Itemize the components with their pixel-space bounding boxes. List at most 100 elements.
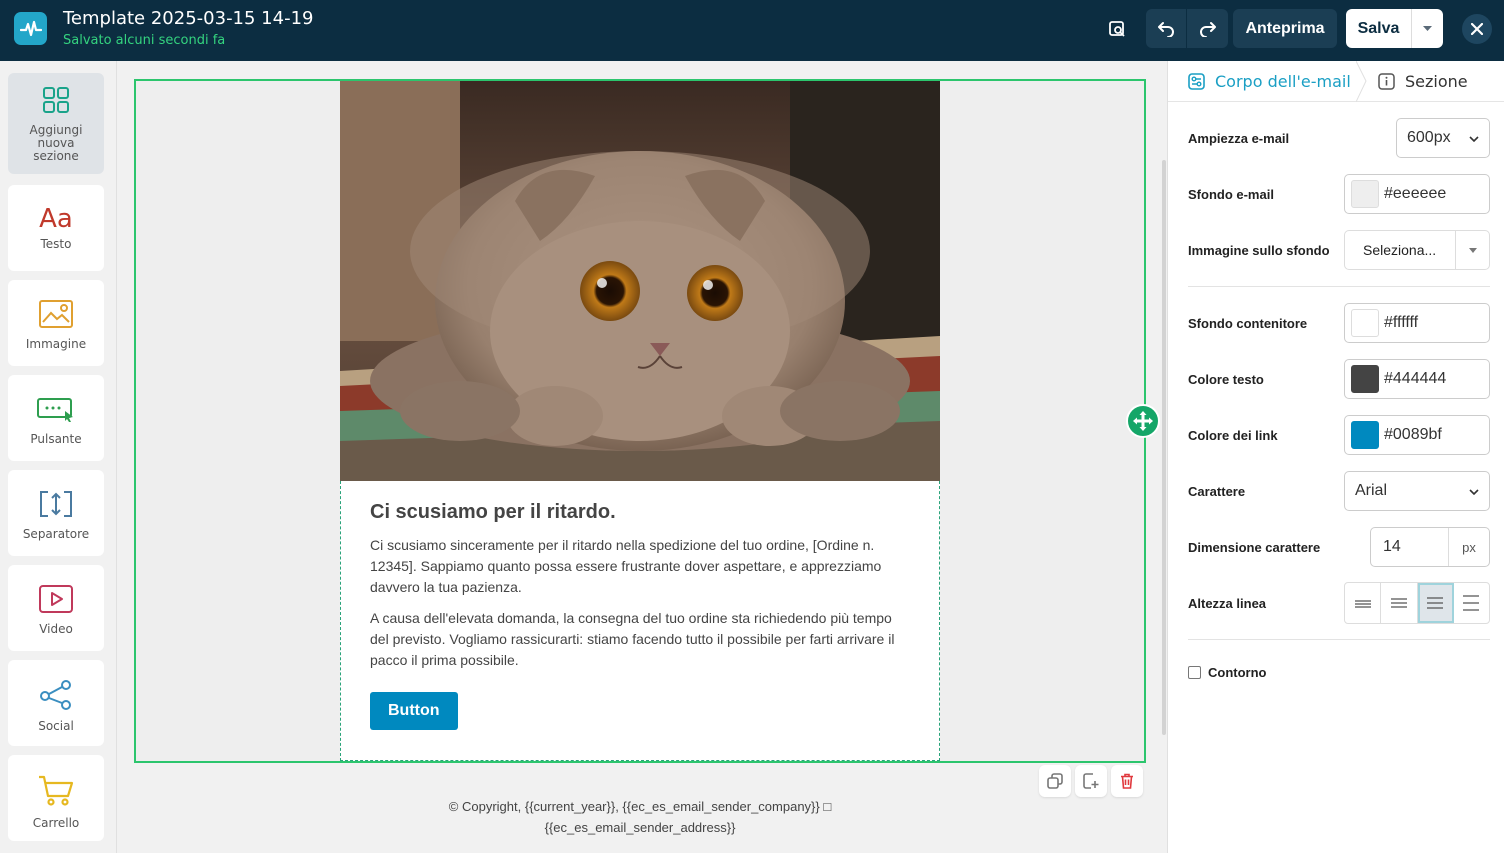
email-bg-picker[interactable]: #eeeeee (1344, 174, 1490, 214)
line-height-label: Altezza linea (1188, 595, 1267, 611)
bg-image-value[interactable]: Seleziona... (1345, 230, 1456, 270)
redo-icon[interactable] (1187, 9, 1228, 48)
line-height-compact-icon[interactable] (1345, 583, 1382, 623)
save-dropdown-icon[interactable] (1412, 9, 1443, 48)
line-height-loose-icon[interactable] (1454, 583, 1489, 623)
button-icon (37, 395, 75, 428)
tool-label: Social (38, 719, 74, 733)
cart-icon (38, 775, 74, 812)
bg-image-label: Immagine sullo sfondo (1188, 242, 1330, 258)
font-value: Arial (1355, 482, 1388, 499)
font-size-value[interactable]: 14 (1371, 528, 1449, 566)
line-height-row: Altezza linea (1188, 582, 1490, 624)
tool-text[interactable]: Aa Testo (8, 185, 104, 271)
chevron-down-icon (1469, 482, 1479, 500)
border-label: Contorno (1208, 665, 1267, 680)
cat-image[interactable] (340, 81, 940, 481)
text-block[interactable]: Ci scusiamo per il ritardo. Ci scusiamo … (340, 481, 940, 761)
bg-image-row: Immagine sullo sfondo Seleziona... (1188, 230, 1490, 270)
tool-label: Immagine (25, 337, 87, 351)
line-height-normal-icon[interactable] (1381, 583, 1418, 623)
link-color-value: #0089bf (1384, 426, 1442, 443)
add-after-icon[interactable] (1075, 765, 1107, 797)
footer-copyright: © Copyright, {{current_year}}, {{ec_es_e… (448, 799, 832, 814)
footer-address: {{ec_es_email_sender_address}} (544, 820, 736, 835)
color-swatch[interactable] (1351, 365, 1379, 393)
tool-video[interactable]: Video (8, 565, 104, 651)
save-status: Salvato alcuni secondi fa (63, 33, 226, 48)
preview-button[interactable]: Anteprima (1233, 9, 1337, 48)
email-heading[interactable]: Ci scusiamo per il ritardo. (370, 501, 910, 524)
text-icon: Aa (39, 204, 73, 234)
close-icon[interactable] (1462, 14, 1492, 44)
caret-down-icon[interactable] (1456, 230, 1489, 270)
color-swatch[interactable] (1351, 180, 1379, 208)
undo-icon[interactable] (1146, 9, 1187, 48)
email-width-value: 600px (1407, 129, 1451, 146)
link-color-label: Colore dei link (1188, 427, 1278, 443)
canvas-scrollbar[interactable] (1162, 160, 1166, 735)
color-swatch[interactable] (1351, 421, 1379, 449)
blocks-sidebar: Aggiungi nuova sezione Aa Testo Immagine… (0, 61, 117, 853)
email-paragraph-2[interactable]: A causa dell'elevata domanda, la consegn… (370, 608, 910, 671)
line-height-relaxed-icon[interactable] (1417, 583, 1454, 623)
tab-section[interactable]: Sezione (1378, 61, 1468, 102)
panel-tabs: Corpo dell'e-mail Sezione (1168, 61, 1504, 102)
tab-label: Corpo dell'e-mail (1215, 72, 1351, 91)
separator-icon (38, 490, 74, 523)
text-color-picker[interactable]: #444444 (1344, 359, 1490, 399)
font-size-label: Dimensione carattere (1188, 539, 1321, 555)
tool-separator[interactable]: Separatore (8, 470, 104, 556)
container-bg-picker[interactable]: #ffffff (1344, 303, 1490, 343)
tool-add-section[interactable]: Aggiungi nuova sezione (8, 73, 104, 174)
border-checkbox[interactable] (1188, 666, 1201, 679)
image-icon (39, 300, 73, 333)
chevron-down-icon (1469, 129, 1479, 147)
save-button[interactable]: Salva (1346, 9, 1412, 48)
section-actions (1039, 765, 1143, 797)
link-color-picker[interactable]: #0089bf (1344, 415, 1490, 455)
email-width-select[interactable]: 600px (1396, 118, 1490, 158)
history-group (1146, 9, 1228, 48)
tool-label: Separatore (22, 527, 90, 541)
container-bg-row: Sfondo contenitore #ffffff (1188, 303, 1490, 343)
delete-icon[interactable] (1111, 765, 1143, 797)
template-title[interactable]: Template 2025-03-15 14-19 (63, 8, 314, 29)
font-size-input[interactable]: 14 px (1370, 527, 1490, 567)
email-cta-button[interactable]: Button (370, 692, 458, 730)
email-width-row: Ampiezza e-mail 600px (1188, 118, 1490, 158)
tool-label: Aggiungi nuova sezione (29, 123, 83, 163)
tool-label: Video (39, 622, 73, 636)
email-footer[interactable]: © Copyright, {{current_year}}, {{ec_es_e… (340, 796, 940, 838)
settings-icon (1188, 73, 1205, 90)
color-swatch[interactable] (1351, 309, 1379, 337)
view-icon[interactable] (1104, 15, 1130, 43)
tool-social[interactable]: Social (8, 660, 104, 746)
top-bar: Template 2025-03-15 14-19 Salvato alcuni… (0, 0, 1504, 61)
duplicate-icon[interactable] (1039, 765, 1071, 797)
email-bg-row: Sfondo e-mail #eeeeee (1188, 174, 1490, 214)
tool-button[interactable]: Pulsante (8, 375, 104, 461)
tab-label: Sezione (1405, 72, 1468, 91)
font-size-unit: px (1462, 539, 1476, 555)
tab-email-body[interactable]: Corpo dell'e-mail (1188, 61, 1351, 102)
tool-cart[interactable]: Carrello (8, 755, 104, 841)
font-select[interactable]: Arial (1344, 471, 1490, 511)
email-width-label: Ampiezza e-mail (1188, 130, 1290, 146)
tab-separator (1356, 61, 1367, 102)
text-color-value: #444444 (1384, 370, 1447, 387)
border-checkbox-row[interactable]: Contorno (1188, 665, 1266, 680)
tool-image[interactable]: Immagine (8, 280, 104, 366)
divider (1188, 286, 1490, 287)
info-icon (1378, 73, 1395, 90)
bg-image-select[interactable]: Seleziona... (1344, 230, 1490, 270)
tool-label: Testo (40, 237, 72, 251)
video-icon (39, 585, 73, 618)
app-logo-icon (14, 12, 47, 45)
container-bg-label: Sfondo contenitore (1188, 315, 1308, 331)
tool-label: Pulsante (30, 432, 82, 446)
line-height-options (1344, 582, 1490, 624)
move-icon[interactable] (1126, 404, 1160, 438)
email-paragraph-1[interactable]: Ci scusiamo sinceramente per il ritardo … (370, 535, 910, 598)
tool-label: Carrello (32, 816, 80, 830)
